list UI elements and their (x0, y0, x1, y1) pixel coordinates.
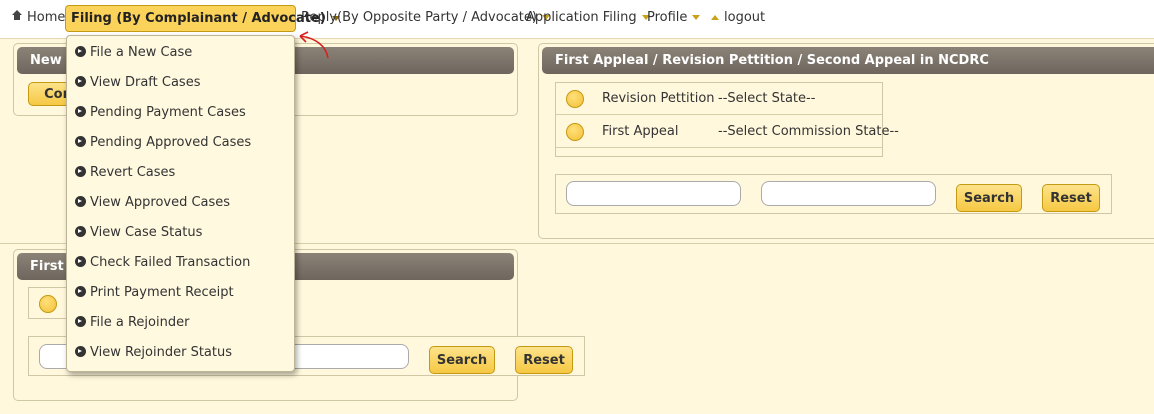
menu-item-label: View Draft Cases (90, 75, 201, 90)
nav-reply-label: Reply(By Opposite Party / Advocate) (301, 10, 537, 25)
radio-row-revision: Revision Pettition --Select State-- (556, 83, 882, 115)
annotation-arrow-icon (299, 31, 329, 59)
search-button[interactable]: Search (956, 184, 1022, 212)
menu-item-label: File a New Case (90, 45, 193, 60)
top-navbar: Home Filing (By Complainant / Advocate) … (0, 0, 1154, 38)
circle-arrow-right-icon (75, 286, 86, 297)
nav-home[interactable]: Home (11, 10, 65, 28)
circle-arrow-right-icon (75, 136, 86, 147)
nav-filing-label: Filing (By Complainant / Advocate) (71, 11, 326, 26)
commission-state-select[interactable]: --Select Commission State-- (718, 124, 899, 139)
circle-arrow-right-icon (75, 316, 86, 327)
menu-item-label: Pending Approved Cases (90, 135, 252, 150)
nav-profile[interactable]: Profile (647, 10, 701, 28)
menu-item-label: File a Rejoinder (90, 315, 190, 330)
ncdrc-appeal-panel: First Appleal / Revision Pettition / Sec… (538, 43, 1154, 239)
state-select[interactable]: --Select State-- (718, 91, 815, 106)
reset-button[interactable]: Reset (1042, 184, 1100, 212)
nav-application-label: Application Filing (526, 10, 637, 25)
menu-item-print-receipt[interactable]: Print Payment Receipt (75, 285, 234, 305)
circle-arrow-right-icon (75, 166, 86, 177)
ncdrc-search-box: Search Reset (555, 174, 1112, 214)
circle-arrow-right-icon (75, 76, 86, 87)
menu-item-pending-approved[interactable]: Pending Approved Cases (75, 135, 251, 155)
menu-item-pending-payment[interactable]: Pending Payment Cases (75, 105, 246, 125)
menu-item-label: Check Failed Transaction (90, 255, 251, 270)
menu-item-label: View Rejoinder Status (90, 345, 232, 360)
menu-item-label: Print Payment Receipt (90, 285, 234, 300)
nav-logout-label: logout (724, 10, 766, 25)
filing-dropdown-menu: File a New Case View Draft Cases Pending… (66, 35, 295, 372)
menu-item-revert-cases[interactable]: Revert Cases (75, 165, 175, 185)
case-number-input[interactable] (566, 181, 741, 206)
circle-arrow-right-icon (75, 196, 86, 207)
circle-arrow-right-icon (75, 256, 86, 267)
revision-label: Revision Pettition (602, 91, 715, 106)
menu-item-label: View Case Status (90, 225, 203, 240)
bottom-search-button[interactable]: Search (429, 346, 495, 374)
menu-item-file-new-case[interactable]: File a New Case (75, 45, 192, 65)
circle-arrow-right-icon (75, 346, 86, 357)
menu-item-view-case-status[interactable]: View Case Status (75, 225, 202, 245)
chevron-down-icon (692, 15, 701, 20)
menu-item-view-approved[interactable]: View Approved Cases (75, 195, 230, 215)
menu-item-rejoinder-status[interactable]: View Rejoinder Status (75, 345, 232, 365)
case-year-input[interactable] (761, 181, 936, 206)
bottom-reset-button[interactable]: Reset (515, 346, 573, 374)
menu-item-file-rejoinder[interactable]: File a Rejoinder (75, 315, 189, 335)
nav-home-label: Home (27, 10, 66, 25)
nav-profile-label: Profile (647, 10, 688, 25)
ncdrc-panel-header: First Appleal / Revision Pettition / Sec… (542, 47, 1154, 74)
revision-radio[interactable] (566, 90, 584, 108)
first-appeal-bottom-radio[interactable] (39, 295, 57, 313)
first-appeal-radio[interactable] (566, 123, 584, 141)
appeal-type-table: Revision Pettition --Select State-- Firs… (555, 82, 899, 157)
nav-filing[interactable]: Filing (By Complainant / Advocate) (65, 5, 340, 32)
menu-item-label: Pending Payment Cases (90, 105, 246, 120)
chevron-up-icon (711, 15, 719, 20)
circle-arrow-right-icon (75, 46, 86, 57)
circle-arrow-right-icon (75, 226, 86, 237)
circle-arrow-right-icon (75, 106, 86, 117)
home-icon (11, 10, 23, 21)
menu-item-label: View Approved Cases (90, 195, 231, 210)
menu-item-label: Revert Cases (90, 165, 176, 180)
nav-application-filing[interactable]: Application Filing (526, 10, 650, 28)
menu-item-view-draft-cases[interactable]: View Draft Cases (75, 75, 200, 95)
nav-logout[interactable]: logout (711, 10, 765, 28)
menu-item-failed-transaction[interactable]: Check Failed Transaction (75, 255, 250, 275)
first-appeal-label: First Appeal (602, 124, 679, 139)
nav-reply[interactable]: Reply(By Opposite Party / Advocate) (301, 10, 550, 28)
radio-row-first-appeal: First Appeal --Select Commission State-- (556, 116, 899, 148)
